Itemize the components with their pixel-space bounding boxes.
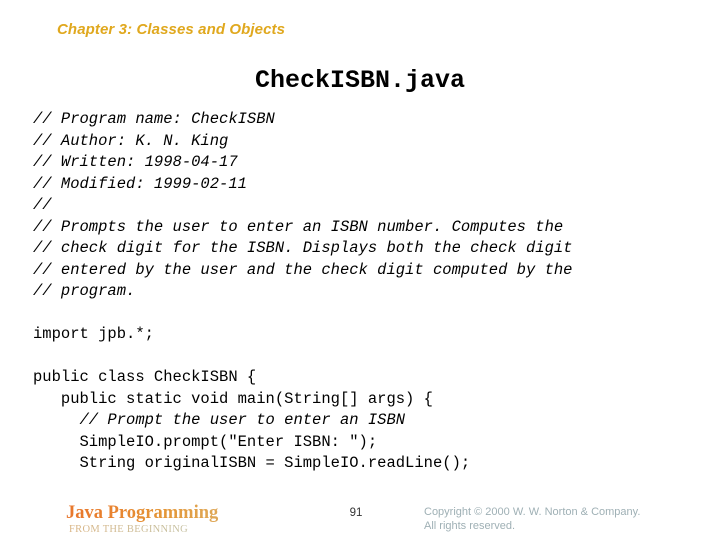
- code-line: // Prompt the user to enter an ISBN: [33, 411, 406, 429]
- code-line: //: [33, 196, 52, 214]
- page-title: CheckISBN.java: [254, 66, 466, 95]
- code-line: import jpb.*;: [33, 325, 154, 343]
- code-line: public static void main(String[] args) {: [33, 389, 433, 408]
- code-line: // Modified: 1999-02-11: [33, 174, 247, 193]
- slide-footer: Java Programming FROM THE BEGINNING 91 C…: [0, 498, 720, 540]
- code-line: // program.: [33, 282, 136, 300]
- code-line: public class CheckISBN {: [33, 368, 257, 386]
- page-number: 91: [349, 507, 363, 519]
- copyright-notice: Copyright © 2000 W. W. Norton & Company.…: [424, 506, 640, 533]
- code-listing: // Program name: CheckISBN // Author: K. …: [33, 109, 713, 475]
- code-line: // Written: 1998-04-17: [33, 153, 238, 171]
- code-line: SimpleIO.prompt("Enter ISBN: ");: [33, 432, 378, 451]
- brand-logo: Java Programming FROM THE BEGINNING: [66, 504, 266, 536]
- copyright-line-1: Copyright © 2000 W. W. Norton & Company.: [424, 506, 641, 518]
- chapter-header: Chapter 3: Classes and Objects: [57, 21, 286, 38]
- code-line: // Author: K. N. King: [33, 131, 229, 150]
- copyright-line-2: All rights reserved.: [424, 519, 516, 532]
- code-line: String originalISBN = SimpleIO.readLine(…: [33, 454, 471, 472]
- code-line: // Prompts the user to enter an ISBN num…: [33, 217, 564, 236]
- code-line: // Program name: CheckISBN: [33, 110, 275, 128]
- code-line: // entered by the user and the check dig…: [33, 260, 573, 279]
- brand-title: Java Programming: [66, 504, 266, 523]
- code-line: // check digit for the ISBN. Displays bo…: [33, 239, 573, 257]
- brand-subtitle: FROM THE BEGINNING: [69, 524, 266, 536]
